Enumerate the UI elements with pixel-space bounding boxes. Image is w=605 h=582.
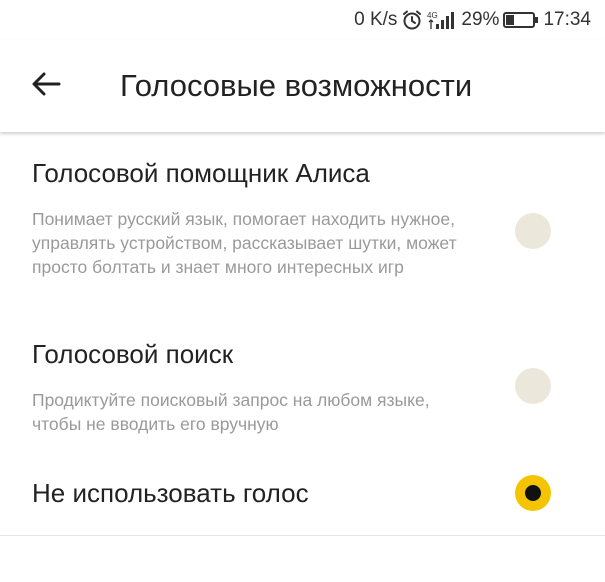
back-button[interactable] bbox=[22, 62, 70, 110]
arrow-left-icon bbox=[31, 71, 61, 102]
option-no-voice[interactable]: Не использовать голос bbox=[0, 465, 605, 525]
radio-button-no-voice[interactable] bbox=[515, 475, 551, 511]
signal-icon: 4G bbox=[427, 9, 457, 31]
page-title: Голосовые возможности bbox=[120, 68, 473, 103]
radio-button-voice-search[interactable] bbox=[515, 368, 551, 404]
option-title: Голосовой поиск bbox=[32, 339, 234, 369]
radio-button-alice[interactable] bbox=[515, 213, 551, 249]
divider bbox=[0, 535, 605, 536]
status-bar: 0 K/s 4G 29% 17:34 bbox=[0, 0, 605, 40]
clock-time: 17:34 bbox=[543, 9, 591, 30]
battery-icon bbox=[503, 10, 539, 30]
option-description: Понимает русский язык, помогает находить… bbox=[32, 209, 457, 277]
option-description: Продиктуйте поисковый запрос на любом яз… bbox=[32, 390, 430, 434]
option-title: Голосовой помощник Алиса bbox=[32, 158, 370, 188]
alarm-icon bbox=[401, 9, 423, 31]
option-alice[interactable]: Голосовой помощник Алиса Понимает русски… bbox=[0, 140, 605, 310]
option-voice-search[interactable]: Голосовой поиск Продиктуйте поисковый за… bbox=[0, 325, 605, 445]
network-speed: 0 K/s bbox=[354, 9, 398, 30]
battery-percent: 29% bbox=[461, 9, 500, 30]
svg-text:4G: 4G bbox=[427, 11, 438, 20]
option-title: Не использовать голос bbox=[32, 478, 309, 508]
toolbar: Голосовые возможности bbox=[0, 40, 605, 132]
radio-selected-dot bbox=[525, 485, 541, 501]
